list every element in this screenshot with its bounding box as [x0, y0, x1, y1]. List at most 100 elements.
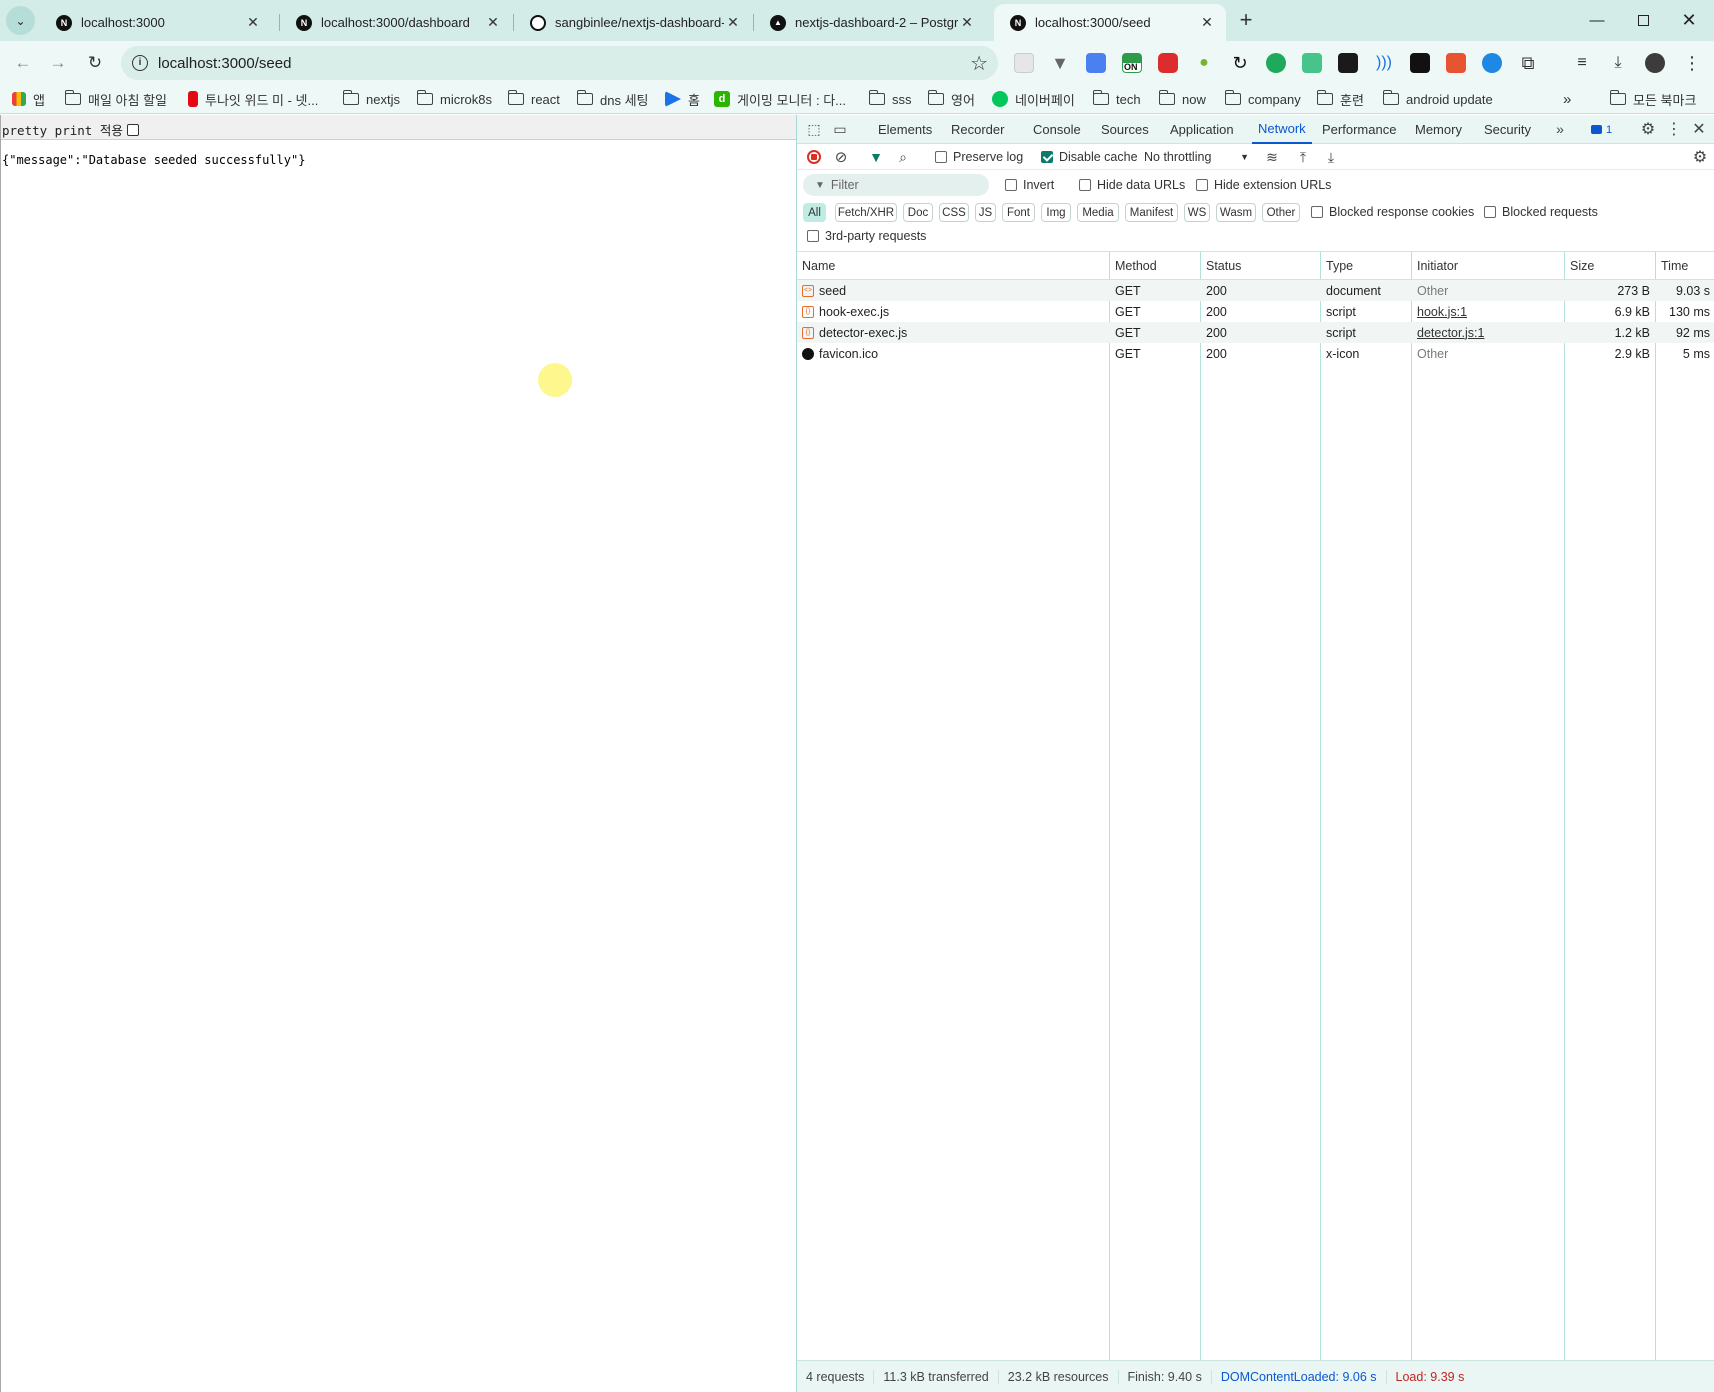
tab-dashboard[interactable]: N localhost:3000/dashboard ✕ — [280, 4, 512, 41]
column-header-name[interactable]: Name — [797, 252, 1109, 279]
invert-toggle[interactable]: Invert — [1005, 178, 1054, 192]
filter-media[interactable]: Media — [1077, 203, 1119, 222]
close-tab-icon[interactable]: ✕ — [484, 14, 502, 31]
column-header-size[interactable]: Size — [1565, 252, 1655, 279]
inspect-element-icon[interactable]: ⬚ — [805, 120, 823, 138]
invert-checkbox[interactable] — [1005, 179, 1017, 191]
tab-application[interactable]: Application — [1170, 115, 1234, 144]
blocked-requests-toggle[interactable]: Blocked requests — [1484, 205, 1598, 219]
more-tabs-icon[interactable]: » — [1551, 120, 1569, 138]
bookmark-naverpay[interactable]: 네이버페이 — [992, 89, 1075, 109]
tab-security[interactable]: Security — [1484, 115, 1531, 144]
sync-extension-icon[interactable]: ↻ — [1230, 53, 1250, 73]
bookmark-folder[interactable]: android update — [1382, 89, 1493, 109]
disable-cache-toggle[interactable]: Disable cache — [1041, 150, 1138, 164]
column-header-initiator[interactable]: Initiator — [1412, 252, 1564, 279]
table-row[interactable]: {} hook-exec.js GET 200 script hook.js:1… — [797, 301, 1714, 322]
filter-manifest[interactable]: Manifest — [1125, 203, 1178, 222]
close-tab-icon[interactable]: ✕ — [1198, 14, 1216, 31]
filter-other[interactable]: Other — [1262, 203, 1300, 222]
filter-doc[interactable]: Doc — [903, 203, 933, 222]
tab-console[interactable]: Console — [1033, 115, 1081, 144]
bookmark-apps[interactable]: 앱 — [12, 89, 45, 109]
export-har-icon[interactable]: ⤓ — [1322, 148, 1340, 166]
forward-button[interactable]: → — [45, 50, 71, 76]
close-tab-icon[interactable]: ✕ — [724, 14, 742, 31]
bookmark-home[interactable]: 홈 — [665, 89, 700, 109]
bookmark-folder[interactable]: 영어 — [927, 89, 975, 109]
extension-on-icon[interactable]: ON — [1122, 53, 1142, 73]
reload-button[interactable]: ↻ — [82, 50, 108, 76]
reading-list-icon[interactable]: ≡ — [1572, 53, 1592, 73]
initiator-link[interactable]: hook.js:1 — [1412, 301, 1564, 322]
bookmark-folder[interactable]: tech — [1092, 89, 1141, 109]
dark-extension-icon[interactable] — [1338, 53, 1358, 73]
bookmark-folder[interactable]: microk8s — [416, 89, 492, 109]
minimize-button[interactable]: — — [1574, 0, 1620, 40]
filter-input[interactable]: ▼ Filter — [803, 174, 989, 196]
tab-github[interactable]: sangbinlee/nextjs-dashboard-2 ✕ — [514, 4, 752, 41]
bookmark-netflix[interactable]: 투나잇 위드 미 - 넷... — [188, 89, 318, 109]
bookmark-danawa[interactable]: d 게이밍 모니터 : 다... — [714, 89, 846, 109]
tab-vercel[interactable]: ▲ nextjs-dashboard-2 – Postgres ✕ — [754, 4, 986, 41]
third-party-requests-toggle[interactable]: 3rd-party requests — [807, 229, 926, 243]
close-devtools-icon[interactable]: ✕ — [1690, 120, 1708, 138]
issues-counter[interactable]: 1 — [1591, 115, 1612, 144]
site-info-icon[interactable]: i — [132, 55, 148, 71]
column-header-type[interactable]: Type — [1321, 252, 1411, 279]
new-tab-button[interactable]: + — [1233, 7, 1259, 33]
hide-extension-urls-checkbox[interactable] — [1196, 179, 1208, 191]
column-header-status[interactable]: Status — [1201, 252, 1320, 279]
device-toolbar-icon[interactable]: ▭ — [831, 120, 849, 138]
download-icon[interactable]: ⤓ — [1608, 53, 1628, 73]
filter-ws[interactable]: WS — [1184, 203, 1210, 222]
tab-memory[interactable]: Memory — [1415, 115, 1462, 144]
hide-data-urls-checkbox[interactable] — [1079, 179, 1091, 191]
table-row[interactable]: <> seed GET 200 document Other 273 B 9.0… — [797, 280, 1714, 301]
table-row[interactable]: {} detector-exec.js GET 200 script detec… — [797, 322, 1714, 343]
third-party-requests-checkbox[interactable] — [807, 230, 819, 242]
wave-extension-icon[interactable]: ))) — [1374, 53, 1394, 73]
back-button[interactable]: ← — [10, 50, 36, 76]
bookmark-folder[interactable]: company — [1224, 89, 1301, 109]
bookmark-folder[interactable]: 매일 아침 할일 — [64, 89, 167, 109]
search-icon[interactable]: ⌕ — [894, 148, 912, 166]
table-row[interactable]: favicon.ico GET 200 x-icon Other 2.9 kB … — [797, 343, 1714, 364]
hide-data-urls-toggle[interactable]: Hide data URLs — [1079, 178, 1185, 192]
column-header-time[interactable]: Time — [1656, 252, 1714, 279]
network-settings-icon[interactable]: ⚙ — [1691, 148, 1709, 166]
import-har-icon[interactable]: ⤒ — [1294, 148, 1312, 166]
disable-cache-checkbox[interactable] — [1041, 151, 1053, 163]
filter-all[interactable]: All — [803, 203, 826, 222]
bookmark-star-icon[interactable]: ☆ — [970, 51, 988, 76]
close-window-button[interactable]: ✕ — [1666, 0, 1712, 40]
youtube-extension-icon[interactable] — [1158, 53, 1178, 73]
blocked-response-cookies-toggle[interactable]: Blocked response cookies — [1311, 205, 1474, 219]
filter-funnel-icon[interactable]: ▼ — [867, 148, 885, 166]
green-circle-extension-icon[interactable] — [1266, 53, 1286, 73]
tuner-extension-icon[interactable] — [1410, 53, 1430, 73]
blocked-response-cookies-checkbox[interactable] — [1311, 206, 1323, 218]
filter-font[interactable]: Font — [1002, 203, 1035, 222]
filter-wasm[interactable]: Wasm — [1216, 203, 1256, 222]
tab-seed[interactable]: N localhost:3000/seed ✕ — [994, 4, 1226, 41]
bookmark-folder[interactable]: sss — [868, 89, 912, 109]
close-tab-icon[interactable]: ✕ — [958, 14, 976, 31]
record-stop-icon[interactable] — [805, 148, 823, 166]
image-extension-icon[interactable] — [1302, 53, 1322, 73]
clear-icon[interactable]: ⊘ — [832, 148, 850, 166]
settings-gear-icon[interactable]: ⚙ — [1639, 120, 1657, 138]
bookmark-folder[interactable]: now — [1158, 89, 1206, 109]
more-bookmarks-button[interactable]: » — [1563, 89, 1571, 109]
close-tab-icon[interactable]: ✕ — [244, 14, 262, 31]
preserve-log-toggle[interactable]: Preserve log — [935, 150, 1023, 164]
google-translate-icon[interactable] — [1086, 53, 1106, 73]
maximize-button[interactable] — [1620, 0, 1666, 40]
tab-search-button[interactable]: ⌄ — [6, 6, 35, 35]
tab-localhost[interactable]: N localhost:3000 ✕ — [40, 4, 272, 41]
initiator-link[interactable]: detector.js:1 — [1412, 322, 1564, 343]
bookmark-folder[interactable]: react — [507, 89, 560, 109]
profile-avatar[interactable] — [1645, 53, 1665, 73]
bookmark-folder[interactable]: nextjs — [342, 89, 400, 109]
blocked-requests-checkbox[interactable] — [1484, 206, 1496, 218]
